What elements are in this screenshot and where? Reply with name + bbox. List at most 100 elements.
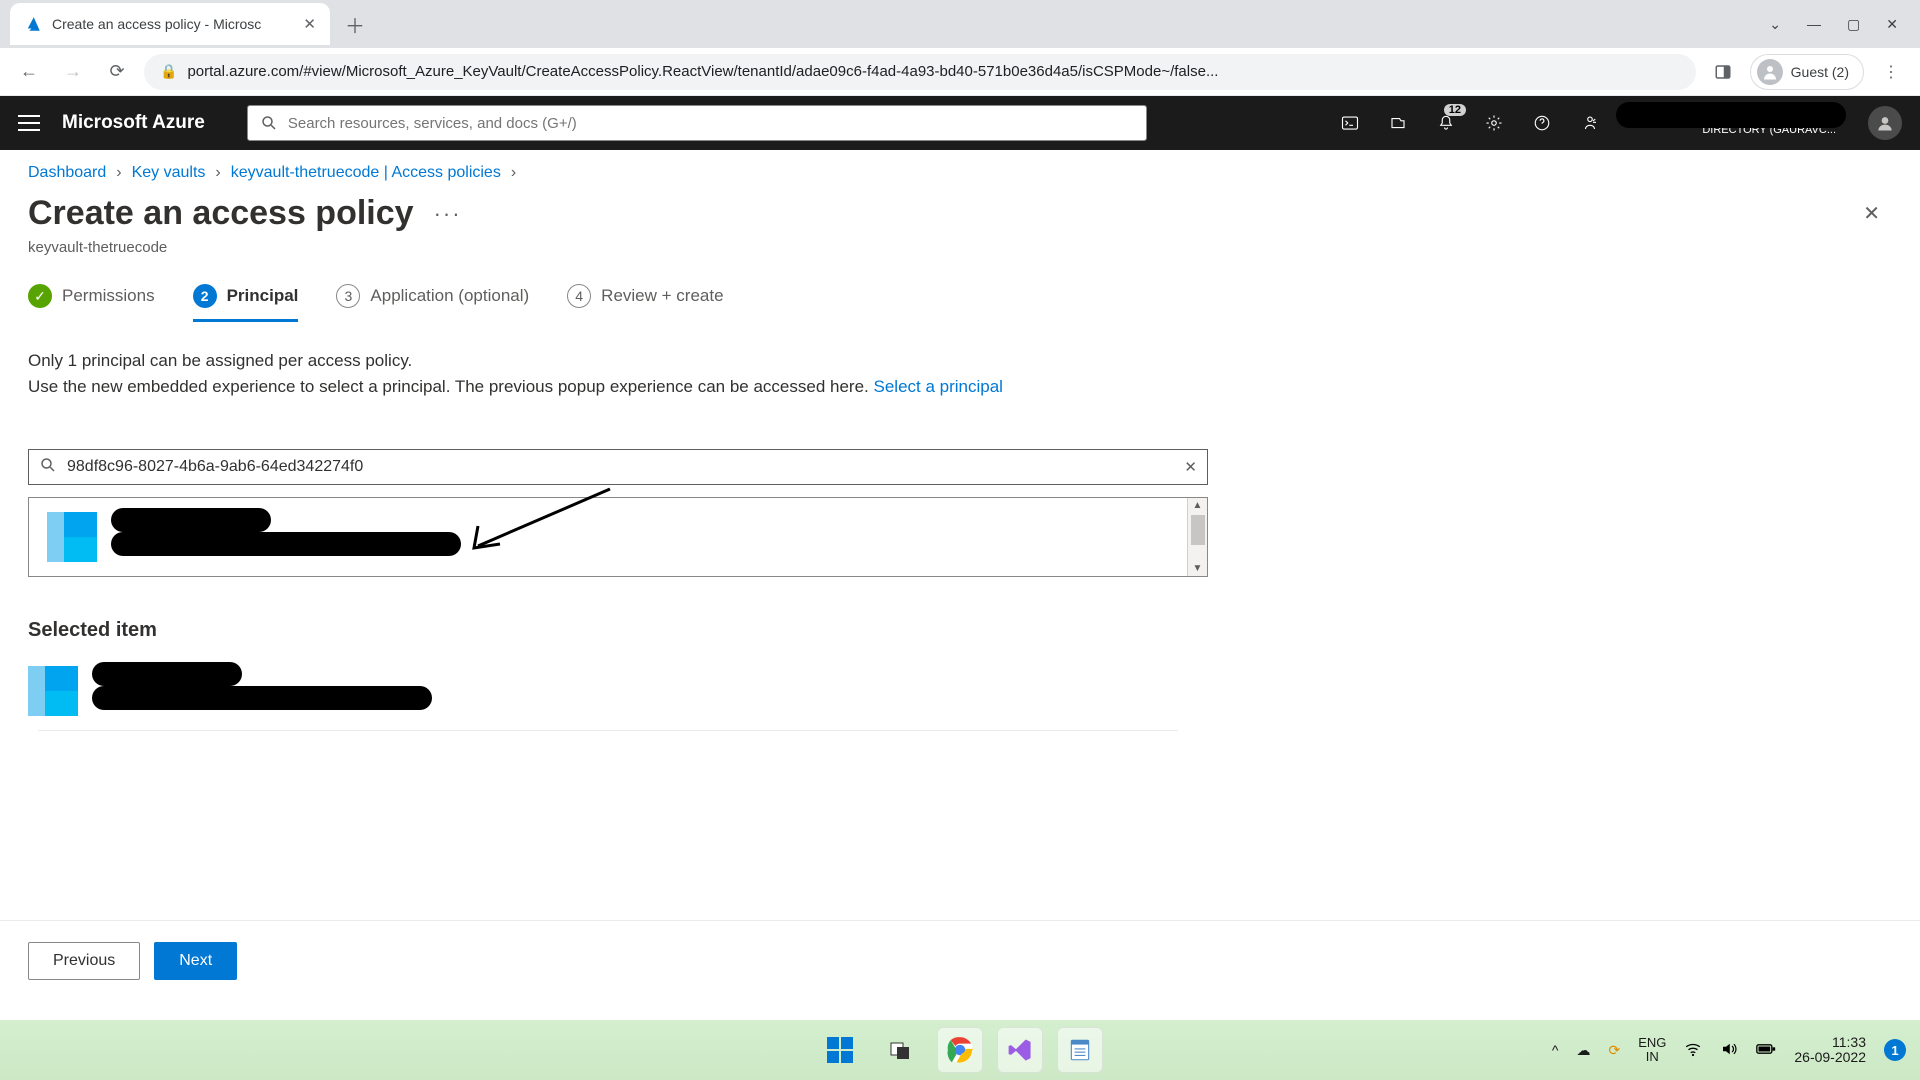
hamburger-icon[interactable] xyxy=(18,115,40,131)
app-tile-icon xyxy=(28,666,78,716)
wizard-steps: ✓ Permissions 2 Principal 3 Application … xyxy=(0,274,1920,322)
guest-label: Guest (2) xyxy=(1791,64,1849,80)
clear-search-icon[interactable]: ✕ xyxy=(1184,458,1197,476)
search-icon xyxy=(260,114,278,132)
profile-chip[interactable]: Guest (2) xyxy=(1750,54,1864,90)
settings-icon[interactable] xyxy=(1482,111,1506,135)
next-button[interactable]: Next xyxy=(154,942,237,980)
back-button[interactable]: ← xyxy=(12,55,46,89)
step-application[interactable]: 3 Application (optional) xyxy=(336,274,529,322)
step-principal[interactable]: 2 Principal xyxy=(193,274,299,322)
search-result-item[interactable] xyxy=(29,498,1187,576)
principal-search[interactable]: ✕ xyxy=(28,449,1208,485)
divider xyxy=(38,730,1178,731)
azure-search-input[interactable] xyxy=(288,115,1134,132)
browser-toolbar: ← → ⟳ 🔒 portal.azure.com/#view/Microsoft… xyxy=(0,48,1920,96)
chevron-right-icon: › xyxy=(511,164,516,182)
onedrive-icon[interactable]: ☁ xyxy=(1576,1042,1590,1059)
azure-logo[interactable]: Microsoft Azure xyxy=(62,112,205,134)
chevron-down-icon[interactable]: ⌄ xyxy=(1769,16,1781,33)
step-permissions[interactable]: ✓ Permissions xyxy=(28,274,155,322)
step-number: 4 xyxy=(567,284,591,308)
step-label: Permissions xyxy=(62,286,155,306)
tab-close-icon[interactable]: ✕ xyxy=(303,15,316,33)
lock-icon: 🔒 xyxy=(160,63,177,80)
breadcrumb-access-policies[interactable]: keyvault-thetruecode | Access policies xyxy=(231,164,501,182)
wizard-footer: Previous Next xyxy=(0,920,1920,1000)
chrome-menu-icon[interactable]: ⋮ xyxy=(1874,55,1908,89)
page-title: Create an access policy xyxy=(28,194,414,233)
azure-search[interactable] xyxy=(247,105,1147,141)
new-tab-button[interactable]: ＋ xyxy=(338,7,372,41)
tab-title: Create an access policy - Microsc xyxy=(52,16,293,32)
language-indicator[interactable]: ENG IN xyxy=(1638,1036,1666,1065)
chrome-taskbar-icon[interactable] xyxy=(937,1027,983,1073)
window-minimize[interactable]: — xyxy=(1807,16,1821,32)
directories-icon[interactable] xyxy=(1386,111,1410,135)
battery-icon[interactable] xyxy=(1756,1042,1776,1059)
step-label: Principal xyxy=(227,286,299,306)
scroll-thumb[interactable] xyxy=(1191,515,1205,545)
help-icon[interactable] xyxy=(1530,111,1554,135)
windows-taskbar: ^ ☁ ⟳ ENG IN 11:33 26-09-2022 1 xyxy=(0,1020,1920,1080)
chevron-right-icon: › xyxy=(116,164,121,182)
feedback-icon[interactable] xyxy=(1578,111,1602,135)
selected-item-heading: Selected item xyxy=(28,619,1208,642)
cloud-shell-icon[interactable] xyxy=(1338,111,1362,135)
account-avatar[interactable] xyxy=(1868,106,1902,140)
scroll-down-icon[interactable]: ▼ xyxy=(1193,561,1203,576)
principal-search-input[interactable] xyxy=(67,458,1174,476)
info-line1: Only 1 principal can be assigned per acc… xyxy=(28,348,1892,374)
search-results-list: ▲ ▼ xyxy=(28,497,1208,577)
step-number: 2 xyxy=(193,284,217,308)
page-subtitle: keyvault-thetruecode xyxy=(0,239,1920,274)
start-button[interactable] xyxy=(817,1027,863,1073)
notepad-icon[interactable] xyxy=(1057,1027,1103,1073)
window-controls: ⌄ — ▢ ✕ xyxy=(1769,0,1920,48)
avatar-icon xyxy=(1757,59,1783,85)
window-close[interactable]: ✕ xyxy=(1886,16,1898,33)
chevron-right-icon: › xyxy=(215,164,220,182)
clock[interactable]: 11:33 26-09-2022 xyxy=(1794,1035,1866,1066)
select-principal-link[interactable]: Select a principal xyxy=(874,377,1003,396)
previous-button[interactable]: Previous xyxy=(28,942,140,980)
azure-favicon xyxy=(24,15,42,33)
task-view-icon[interactable] xyxy=(877,1027,923,1073)
page-header: Create an access policy ··· ✕ xyxy=(0,190,1920,239)
notifications-icon[interactable]: 12 xyxy=(1434,111,1458,135)
browser-tab[interactable]: Create an access policy - Microsc ✕ xyxy=(10,3,330,45)
azure-top-bar: Microsoft Azure 12 DIRECTORY (GAURAVC.. xyxy=(0,96,1920,150)
reload-button[interactable]: ⟳ xyxy=(100,55,134,89)
window-maximize[interactable]: ▢ xyxy=(1847,16,1860,33)
search-icon xyxy=(39,456,57,479)
more-actions-icon[interactable]: ··· xyxy=(434,201,462,227)
system-tray: ^ ☁ ⟳ ENG IN 11:33 26-09-2022 1 xyxy=(1552,1035,1920,1066)
step-number: 3 xyxy=(336,284,360,308)
check-icon: ✓ xyxy=(28,284,52,308)
app-tile-icon xyxy=(47,512,97,562)
close-blade-icon[interactable]: ✕ xyxy=(1863,201,1892,226)
forward-button[interactable]: → xyxy=(56,55,90,89)
volume-icon[interactable] xyxy=(1720,1040,1738,1061)
step-label: Application (optional) xyxy=(370,286,529,306)
browser-tab-strip: Create an access policy - Microsc ✕ ＋ ⌄ … xyxy=(0,0,1920,48)
breadcrumb: Dashboard › Key vaults › keyvault-thetru… xyxy=(0,150,1920,190)
scroll-up-icon[interactable]: ▲ xyxy=(1193,498,1203,513)
visual-studio-icon[interactable] xyxy=(997,1027,1043,1073)
updates-icon[interactable]: ⟳ xyxy=(1608,1042,1620,1059)
breadcrumb-dashboard[interactable]: Dashboard xyxy=(28,164,106,182)
notification-center-badge[interactable]: 1 xyxy=(1884,1039,1906,1061)
tray-chevron-icon[interactable]: ^ xyxy=(1552,1042,1559,1058)
scrollbar[interactable]: ▲ ▼ xyxy=(1187,498,1207,576)
info-line2: Use the new embedded experience to selec… xyxy=(28,377,874,396)
user-account[interactable]: DIRECTORY (GAURAVC... xyxy=(1626,108,1836,137)
url-text: portal.azure.com/#view/Microsoft_Azure_K… xyxy=(187,63,1679,80)
side-panel-icon[interactable] xyxy=(1706,55,1740,89)
content-area: Only 1 principal can be assigned per acc… xyxy=(0,322,1920,757)
step-review[interactable]: 4 Review + create xyxy=(567,274,723,322)
breadcrumb-keyvaults[interactable]: Key vaults xyxy=(132,164,206,182)
notif-badge: 12 xyxy=(1444,104,1466,116)
address-bar[interactable]: 🔒 portal.azure.com/#view/Microsoft_Azure… xyxy=(144,54,1696,90)
selected-item[interactable] xyxy=(28,666,1208,716)
wifi-icon[interactable] xyxy=(1684,1040,1702,1061)
